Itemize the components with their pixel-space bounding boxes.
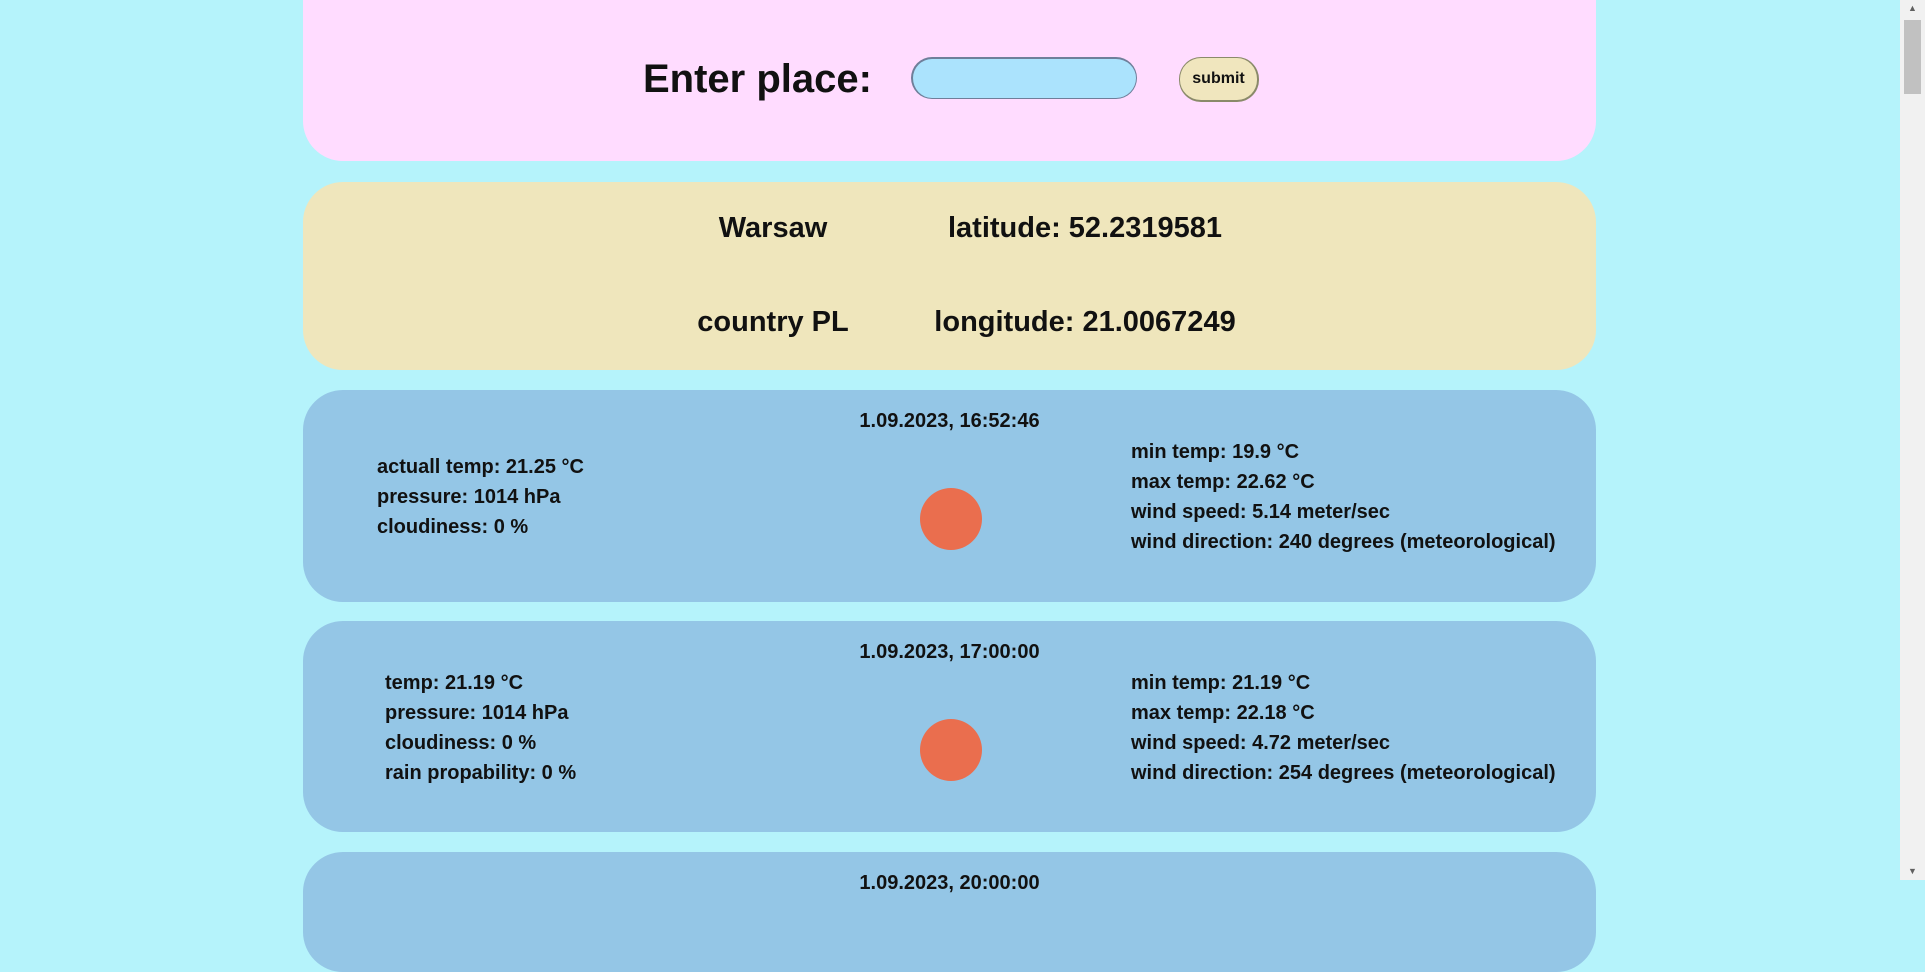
weather-card-current: 1.09.2023, 16:52:46 actuall temp: 21.25 …	[303, 390, 1596, 602]
weather-card-forecast: 1.09.2023, 20:00:00	[303, 852, 1596, 972]
max-temp: max temp: 22.62 °C	[1131, 471, 1315, 493]
wind-direction: wind direction: 240 degrees (meteorologi…	[1131, 531, 1556, 553]
actual-temp: actuall temp: 21.25 °C	[377, 456, 584, 478]
min-temp: min temp: 19.9 °C	[1131, 441, 1300, 463]
country-code: country PL	[697, 306, 849, 338]
max-temp: max temp: 22.18 °C	[1131, 702, 1315, 724]
submit-button[interactable]: submit	[1179, 57, 1259, 102]
temp: temp: 21.19 °C	[385, 672, 524, 694]
min-temp: min temp: 21.19 °C	[1131, 672, 1311, 694]
weather-timestamp: 1.09.2023, 20:00:00	[859, 872, 1040, 894]
latitude-value: latitude: 52.2319581	[947, 212, 1223, 244]
pressure: pressure: 1014 hPa	[377, 486, 561, 508]
location-panel: Warsaw latitude: 52.2319581 country PL l…	[303, 182, 1596, 370]
search-panel: Enter place: submit	[303, 0, 1596, 161]
weather-right-column: min temp: 19.9 °C max temp: 22.62 °C win…	[1131, 437, 1556, 557]
weather-card-forecast: 1.09.2023, 17:00:00 temp: 21.19 °C press…	[303, 621, 1596, 832]
weather-left-column: actuall temp: 21.25 °C pressure: 1014 hP…	[377, 452, 584, 542]
longitude-value: longitude: 21.0067249	[934, 306, 1236, 338]
wind-direction: wind direction: 254 degrees (meteorologi…	[1131, 762, 1556, 784]
wind-speed: wind speed: 5.14 meter/sec	[1131, 501, 1391, 523]
cloudiness: cloudiness: 0 %	[377, 516, 529, 538]
cloudiness: cloudiness: 0 %	[385, 732, 537, 754]
weather-right-column: min temp: 21.19 °C max temp: 22.18 °C wi…	[1131, 668, 1556, 788]
scrollbar-thumb[interactable]	[1904, 20, 1921, 94]
vertical-scrollbar[interactable]: ▲ ▼	[1900, 0, 1925, 880]
weather-timestamp: 1.09.2023, 17:00:00	[859, 641, 1040, 663]
sun-icon	[920, 488, 982, 550]
scroll-down-arrow-icon[interactable]: ▼	[1900, 863, 1925, 880]
place-input[interactable]	[911, 57, 1137, 99]
weather-timestamp: 1.09.2023, 16:52:46	[859, 410, 1040, 432]
weather-left-column: temp: 21.19 °C pressure: 1014 hPa cloudi…	[385, 668, 576, 788]
search-label: Enter place:	[643, 57, 872, 101]
sun-icon	[920, 719, 982, 781]
rain-probability: rain propability: 0 %	[385, 762, 577, 784]
wind-speed: wind speed: 4.72 meter/sec	[1131, 732, 1391, 754]
scroll-up-arrow-icon[interactable]: ▲	[1900, 0, 1925, 17]
city-name: Warsaw	[718, 212, 828, 244]
pressure: pressure: 1014 hPa	[385, 702, 569, 724]
